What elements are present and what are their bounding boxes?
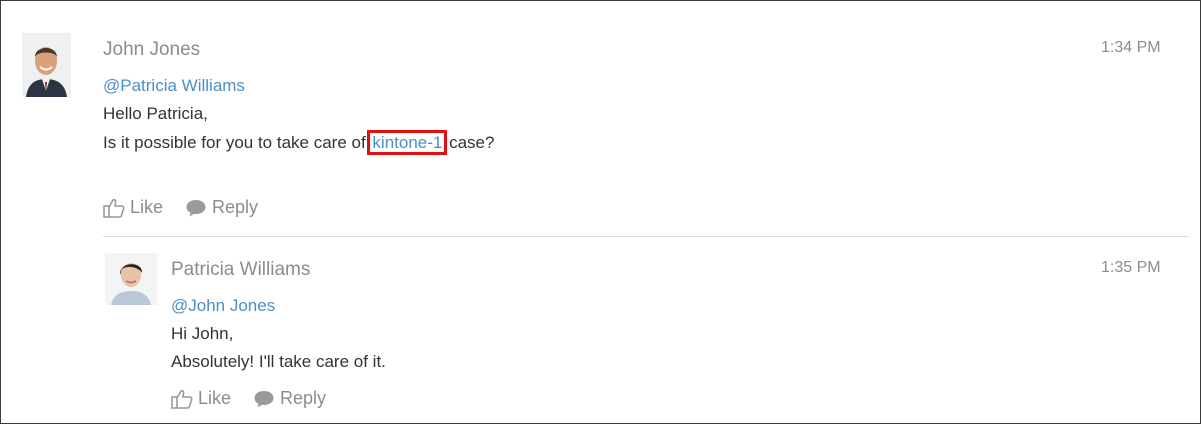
- avatar-john-jones[interactable]: [22, 33, 71, 97]
- reply-like-button[interactable]: Like: [171, 388, 231, 409]
- speech-bubble-icon: [185, 198, 207, 218]
- reply-mention-link[interactable]: @John Jones: [171, 296, 275, 316]
- comment-text-before-link: Is it possible for you to take care of: [103, 133, 371, 152]
- reply-reply-button[interactable]: Reply: [253, 388, 326, 409]
- reply-text-line-1: Hi John,: [171, 324, 234, 343]
- comment-text-line-2: Is it possible for you to take care of k…: [103, 130, 495, 155]
- avatar-patricia-williams[interactable]: [105, 253, 157, 305]
- like-label: Like: [198, 388, 232, 408]
- reply-divider: [103, 236, 1189, 237]
- reply-timestamp: 1:35 PM: [1101, 259, 1161, 276]
- comment-text-line-1: Hello Patricia,: [103, 104, 208, 123]
- reply-label: Reply: [212, 197, 259, 217]
- thumbs-up-icon: [103, 198, 125, 218]
- like-label: Like: [130, 197, 164, 217]
- reply-label: Reply: [280, 388, 327, 408]
- comment-timestamp: 1:34 PM: [1101, 39, 1161, 56]
- comment-text-after-link: case?: [444, 133, 495, 152]
- reply-author[interactable]: Patricia Williams: [171, 259, 310, 281]
- comment-thread: John Jones 1:34 PM @Patricia Williams He…: [0, 0, 1201, 424]
- comment-like-button[interactable]: Like: [103, 197, 163, 218]
- comment-reply-button[interactable]: Reply: [185, 197, 258, 218]
- thumbs-up-icon: [171, 389, 193, 409]
- comment-mention-link[interactable]: @Patricia Williams: [103, 76, 245, 96]
- record-link-kintone-1[interactable]: kintone-1: [367, 130, 448, 155]
- comment-author[interactable]: John Jones: [103, 39, 200, 61]
- speech-bubble-icon: [253, 389, 275, 409]
- reply-text-line-2: Absolutely! I'll take care of it.: [171, 352, 386, 371]
